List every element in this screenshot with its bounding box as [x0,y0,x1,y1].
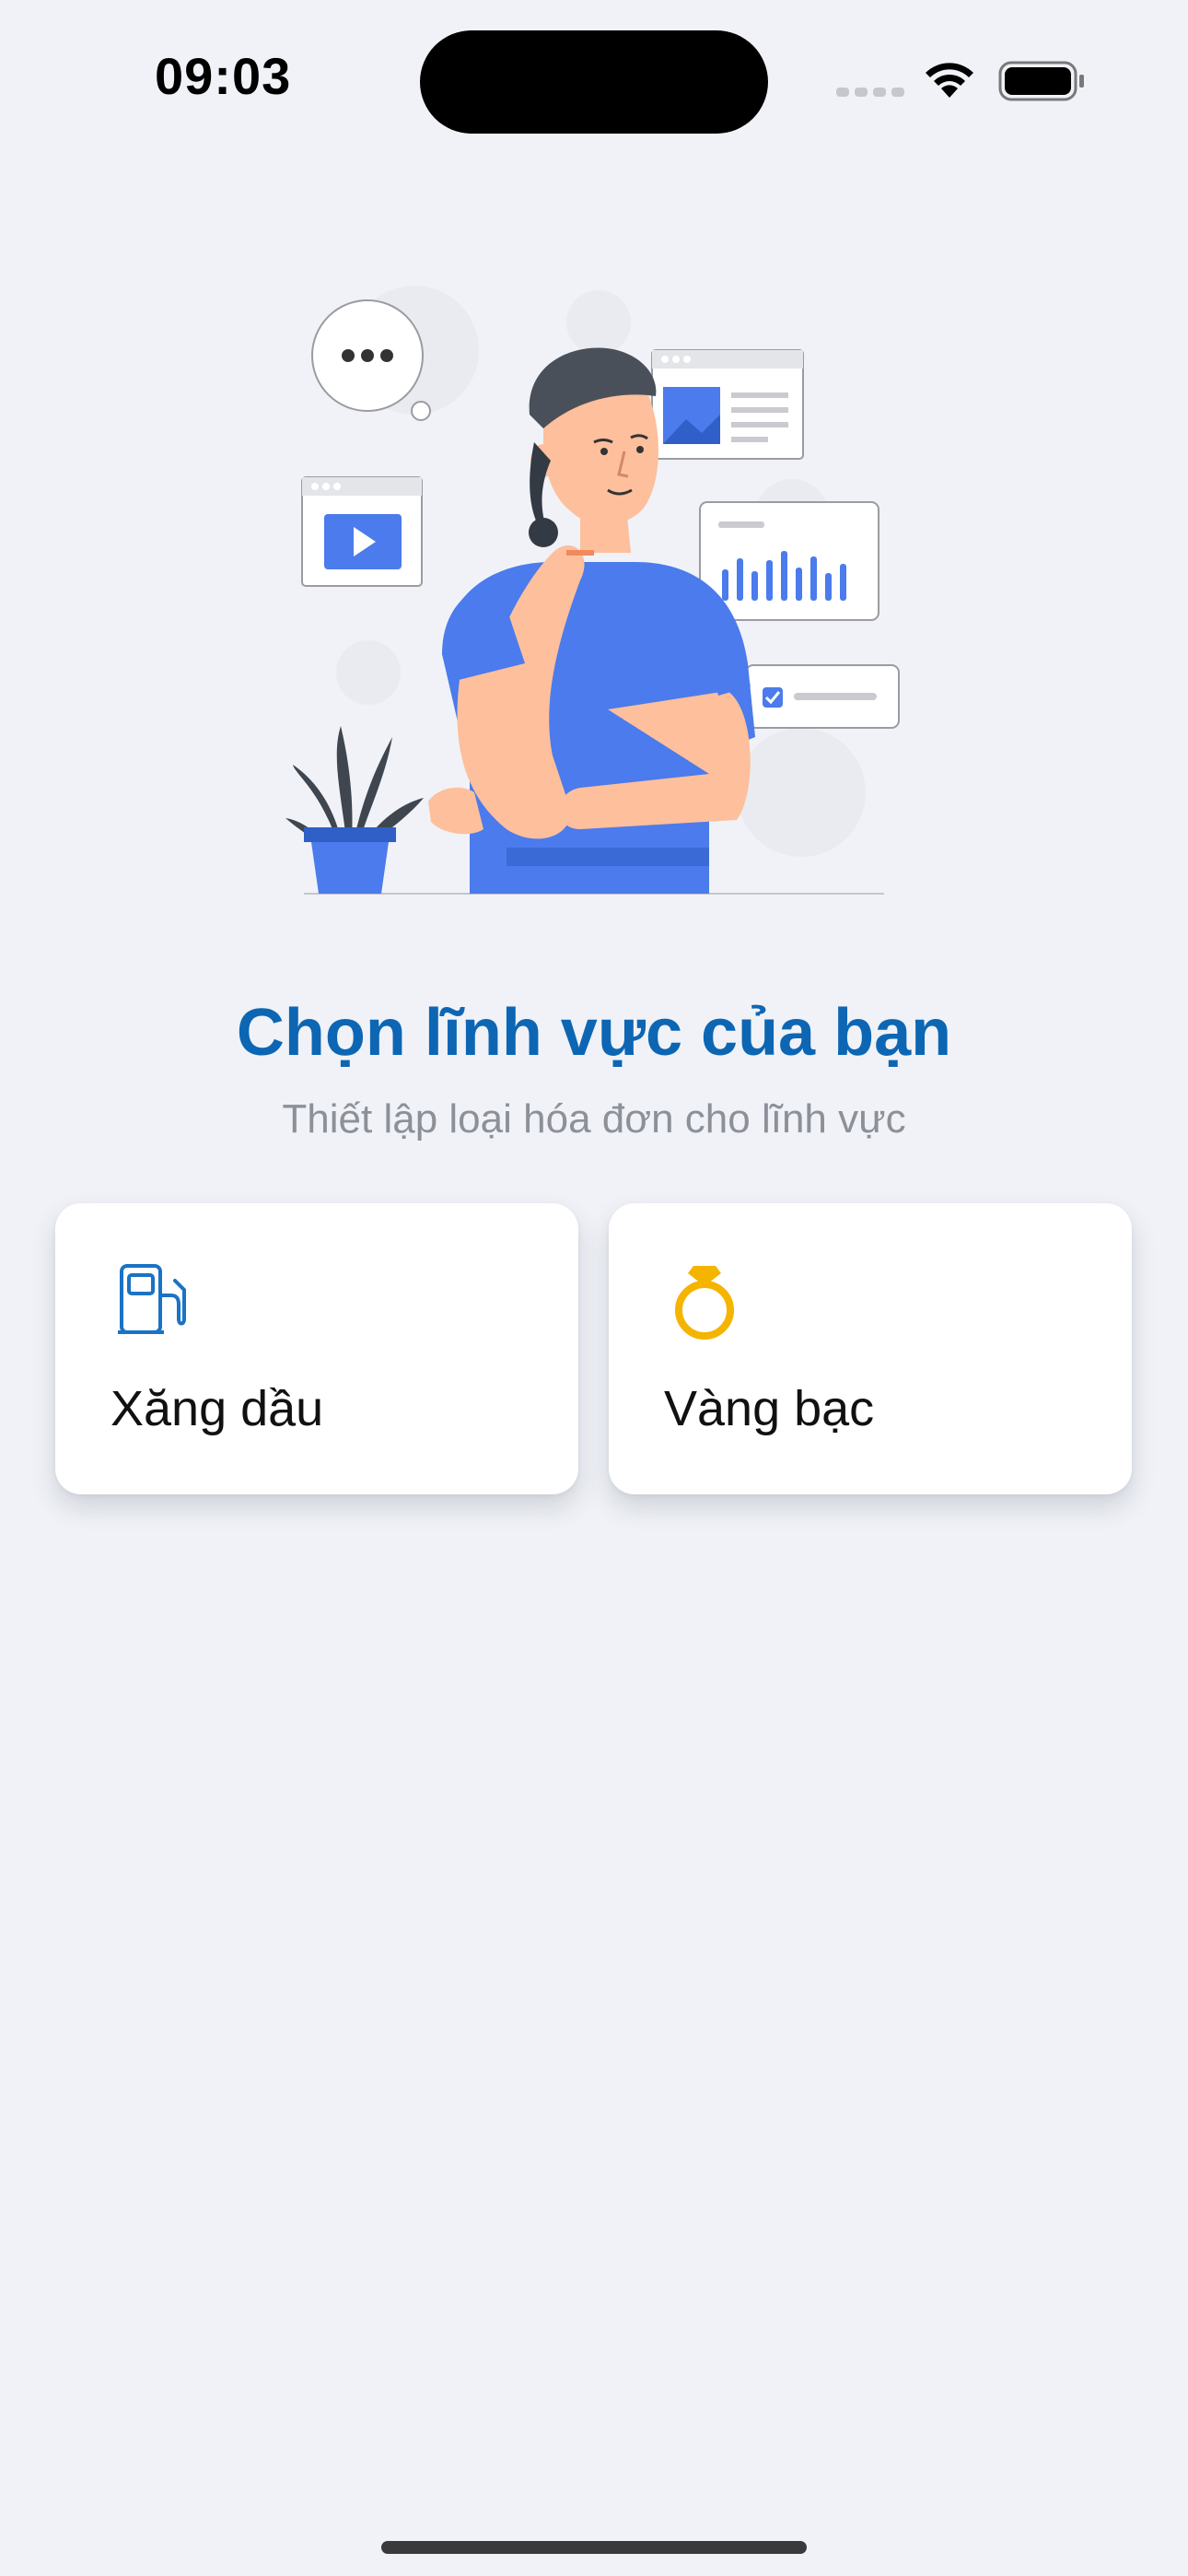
option-card-gold[interactable]: Vàng bạc [609,1203,1132,1494]
gold-ring-icon [675,1266,734,1340]
home-indicator[interactable] [381,2541,807,2554]
fuel-pump-icon [118,1264,186,1334]
battery-icon [998,61,1084,101]
video-window-icon [301,476,423,587]
status-bar: 09:03 [0,0,1188,166]
option-label-fuel: Xăng dầu [111,1381,324,1436]
thinking-person-illustration [285,286,900,895]
wifi-icon [926,63,973,98]
checkbox-card-icon [745,664,900,729]
bar-chart-card-icon [699,501,879,621]
cellular-signal-icon [836,85,910,101]
plant-icon [285,726,424,894]
status-time: 09:03 [155,47,292,105]
image-window-icon [651,349,804,460]
option-label-gold: Vàng bạc [664,1381,875,1436]
option-card-fuel[interactable]: Xăng dầu [55,1203,578,1494]
page-title: Chọn lĩnh vực của bạn [236,996,952,1070]
page-subtitle: Thiết lập loại hóa đơn cho lĩnh vực [282,1096,906,1142]
dynamic-island [420,30,768,134]
status-icons [836,52,1085,107]
